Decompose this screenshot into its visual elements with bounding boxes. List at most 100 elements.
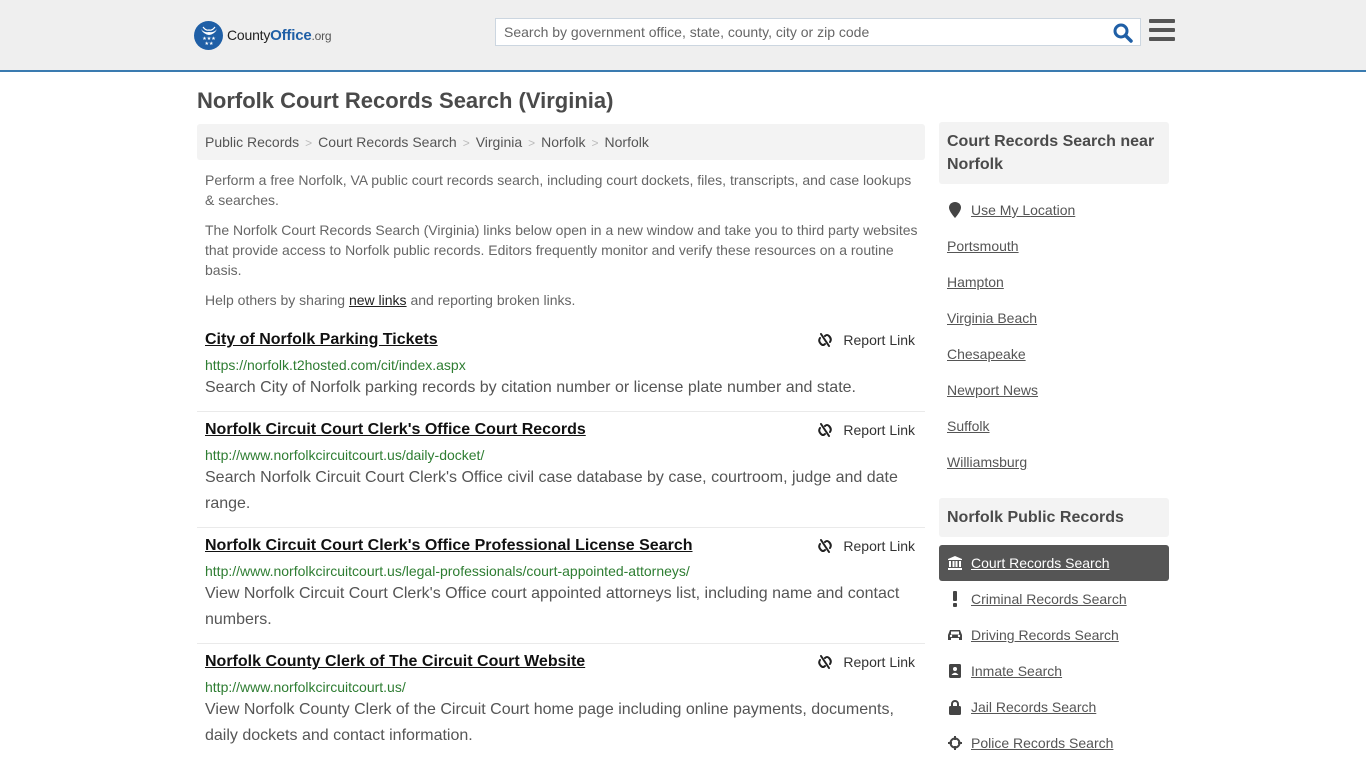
breadcrumb-separator: > (528, 136, 536, 150)
breadcrumb-separator: > (591, 136, 599, 150)
breadcrumb: Public Records > Court Records Search > Virg… (197, 124, 925, 160)
nearby-city-link[interactable]: Suffolk (947, 418, 990, 434)
logo-text: CountyOffice.org (227, 26, 332, 44)
report-link-label: Report Link (843, 332, 915, 348)
search-icon (1113, 23, 1133, 43)
nearby-city-link[interactable]: Portsmouth (947, 238, 1019, 254)
record-link[interactable]: Criminal Records Search (971, 591, 1127, 607)
id-badge-icon (947, 664, 963, 678)
search-bar (495, 18, 1141, 46)
report-link-label: Report Link (843, 654, 915, 670)
search-button[interactable] (1112, 22, 1134, 44)
record-link[interactable]: Jail Records Search (971, 699, 1096, 715)
result-url[interactable]: http://www.norfolkcircuitcourt.us/daily-… (205, 445, 917, 465)
record-item-police-records[interactable]: Police Records Search (939, 725, 1169, 761)
record-item-court-records[interactable]: Court Records Search (939, 545, 1169, 581)
result-item: Norfolk County Clerk of The Circuit Cour… (197, 644, 925, 759)
report-link-label: Report Link (843, 538, 915, 554)
result-title-link[interactable]: Norfolk Circuit Court Clerk's Office Pro… (205, 536, 693, 556)
result-description: Search City of Norfolk parking records b… (205, 379, 856, 396)
crosshairs-icon (947, 736, 963, 750)
menu-bar-icon (1149, 19, 1175, 23)
nearby-city-item: Hampton (939, 264, 1169, 300)
report-link-button[interactable]: Report Link (817, 422, 915, 438)
result-url[interactable]: http://www.norfolkcircuitcourt.us/legal-… (205, 561, 917, 581)
intro-paragraph: The Norfolk Court Records Search (Virgin… (205, 222, 918, 278)
breadcrumb-item[interactable]: Norfolk (541, 134, 585, 150)
result-title-link[interactable]: Norfolk Circuit Court Clerk's Office Cou… (205, 420, 586, 440)
exclamation-icon (947, 591, 963, 607)
public-records-heading: Norfolk Public Records (939, 498, 1169, 537)
nearby-city-item: Newport News (939, 372, 1169, 408)
result-url[interactable]: http://www.norfolkcircuitcourt.us/ (205, 677, 917, 697)
report-link-button[interactable]: Report Link (817, 538, 915, 554)
nearby-city-item: Portsmouth (939, 228, 1169, 264)
report-link-button[interactable]: Report Link (817, 654, 915, 670)
result-description: View Norfolk Circuit Court Clerk's Offic… (205, 585, 900, 628)
svg-text:★★: ★★ (204, 41, 213, 46)
broken-link-icon (818, 655, 833, 669)
nearby-city-link[interactable]: Chesapeake (947, 346, 1026, 362)
nearby-city-item: Chesapeake (939, 336, 1169, 372)
eagle-stars-logo-icon: ★★★ ★★ (194, 20, 223, 50)
nearby-list: Use My Location Portsmouth Hampton Virgi… (939, 184, 1169, 480)
result-item: Norfolk Circuit Court Clerk's Office Cou… (197, 412, 925, 528)
result-item: Norfolk Circuit Court Clerk's Office Pro… (197, 528, 925, 644)
map-marker-icon (947, 202, 963, 218)
intro-text: Perform a free Norfolk, VA public court … (205, 170, 920, 320)
record-item-driving-records[interactable]: Driving Records Search (939, 617, 1169, 653)
record-link[interactable]: Driving Records Search (971, 627, 1119, 643)
breadcrumb-item[interactable]: Public Records (205, 134, 299, 150)
result-description: Search Norfolk Circuit Court Clerk's Off… (205, 469, 898, 512)
breadcrumb-separator: > (305, 136, 313, 150)
record-link[interactable]: Court Records Search (971, 555, 1110, 571)
result-description: View Norfolk County Clerk of the Circuit… (205, 701, 894, 744)
site-header: ★★★ ★★ CountyOffice.org (0, 0, 1366, 72)
nearby-city-item: Virginia Beach (939, 300, 1169, 336)
car-icon (947, 629, 963, 641)
intro-text-segment: and reporting broken links. (406, 292, 576, 308)
new-links-link[interactable]: new links (349, 292, 407, 308)
breadcrumb-item[interactable]: Court Records Search (318, 134, 457, 150)
public-records-list: Court Records Search Criminal Records Se… (939, 537, 1169, 761)
result-title-link[interactable]: City of Norfolk Parking Tickets (205, 330, 438, 350)
lock-icon (947, 699, 963, 715)
result-item: City of Norfolk Parking Tickets https://… (197, 322, 925, 412)
courthouse-icon (947, 556, 963, 570)
broken-link-icon (818, 333, 833, 347)
breadcrumb-separator: > (462, 136, 470, 150)
use-my-location-link[interactable]: Use My Location (971, 202, 1075, 218)
report-link-button[interactable]: Report Link (817, 332, 915, 348)
nearby-city-link[interactable]: Newport News (947, 382, 1038, 398)
report-link-label: Report Link (843, 422, 915, 438)
record-item-inmate-search[interactable]: Inmate Search (939, 653, 1169, 689)
nearby-heading: Court Records Search near Norfolk (939, 122, 1169, 184)
record-item-jail-records[interactable]: Jail Records Search (939, 689, 1169, 725)
result-url[interactable]: https://norfolk.t2hosted.com/cit/index.a… (205, 355, 917, 375)
intro-paragraph: Perform a free Norfolk, VA public court … (205, 172, 912, 208)
menu-bar-icon (1149, 37, 1175, 41)
use-my-location-item: Use My Location (939, 192, 1169, 228)
nearby-city-link[interactable]: Virginia Beach (947, 310, 1037, 326)
broken-link-icon (818, 539, 833, 553)
record-link[interactable]: Police Records Search (971, 735, 1113, 751)
nearby-city-link[interactable]: Hampton (947, 274, 1004, 290)
intro-text-segment: Help others by sharing (205, 292, 349, 308)
nearby-city-item: Suffolk (939, 408, 1169, 444)
nearby-city-item: Williamsburg (939, 444, 1169, 480)
hamburger-menu-button[interactable] (1149, 19, 1175, 43)
sidebar: Court Records Search near Norfolk Use My… (939, 122, 1169, 761)
record-link[interactable]: Inmate Search (971, 663, 1062, 679)
record-item-criminal-records[interactable]: Criminal Records Search (939, 581, 1169, 617)
intro-paragraph: Help others by sharing new links and rep… (205, 290, 920, 310)
page-title: Norfolk Court Records Search (Virginia) (197, 88, 614, 113)
breadcrumb-item[interactable]: Norfolk (605, 134, 649, 150)
result-title-link[interactable]: Norfolk County Clerk of The Circuit Cour… (205, 652, 585, 672)
menu-bar-icon (1149, 28, 1175, 32)
search-input[interactable] (496, 19, 1096, 45)
breadcrumb-item[interactable]: Virginia (476, 134, 522, 150)
site-logo[interactable]: ★★★ ★★ CountyOffice.org (194, 20, 332, 50)
nearby-city-link[interactable]: Williamsburg (947, 454, 1027, 470)
results-list: City of Norfolk Parking Tickets https://… (197, 322, 925, 759)
broken-link-icon (818, 423, 833, 437)
